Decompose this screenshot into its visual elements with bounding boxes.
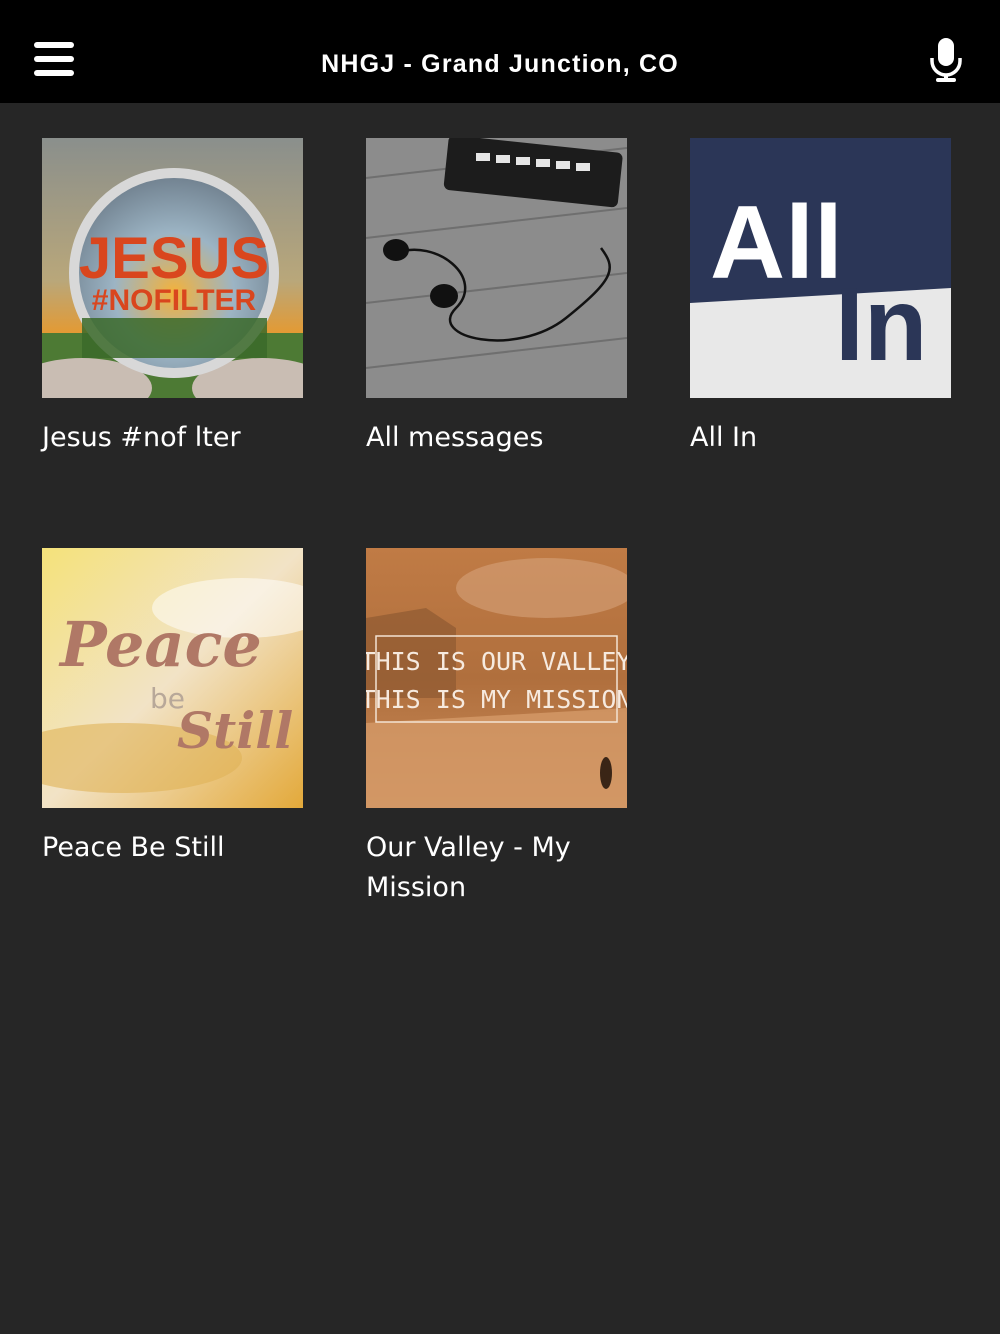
art-text-line3: Still — [177, 701, 293, 760]
art-text-line2: In — [835, 267, 927, 383]
art-text-line2: #NOFILTER — [92, 284, 257, 317]
top-bar: NHGJ - Grand Junction, CO — [0, 0, 1000, 103]
art-text-line2: THIS IS MY MISSION — [366, 685, 627, 714]
microphone-icon[interactable] — [926, 36, 966, 84]
series-label: All messages — [366, 422, 544, 453]
series-artwork[interactable]: Peace be Still — [42, 548, 303, 808]
series-artwork[interactable]: All In — [690, 138, 951, 398]
series-artwork[interactable] — [366, 138, 627, 398]
series-label: Jesus #nof lter — [42, 422, 241, 453]
page-title: NHGJ - Grand Junction, CO — [321, 50, 679, 78]
series-label-line: Our Valley - My — [366, 832, 571, 863]
art-text-line1: THIS IS OUR VALLEY — [366, 647, 627, 676]
series-artwork[interactable]: THIS IS OUR VALLEY THIS IS MY MISSION — [366, 548, 627, 808]
series-label: All In — [690, 422, 758, 453]
series-label: Peace Be Still — [42, 832, 225, 863]
art-text-line1: JESUS — [79, 226, 269, 291]
art-text-line1: All — [710, 185, 843, 301]
series-label: Our Valley - My Mission — [366, 828, 636, 908]
series-label-line: Mission — [366, 872, 467, 903]
series-artwork[interactable]: JESUS #NOFILTER — [42, 138, 303, 398]
art-text-line1: Peace — [58, 608, 262, 681]
